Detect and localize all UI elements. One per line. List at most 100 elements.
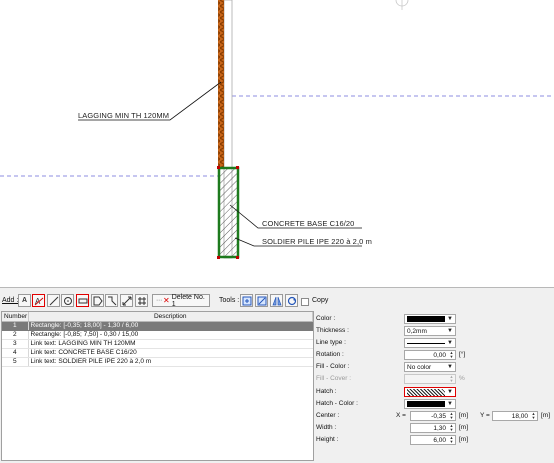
transform-icon: [242, 296, 251, 305]
color-label: Color :: [316, 315, 336, 322]
tool-button-2[interactable]: [255, 294, 268, 307]
table-row[interactable]: 1 Rectangle: [-0,35; 18,00] - 1,30 / 6,00: [2, 321, 313, 331]
chevron-down-icon: ▼: [447, 364, 453, 370]
height-value: 6,00: [433, 436, 446, 444]
rotate-icon: [287, 296, 296, 305]
width-label: Width :: [316, 424, 337, 431]
center-x-input[interactable]: -0,35 ▲ ▼: [410, 411, 456, 421]
height-label: Height :: [316, 436, 339, 443]
drawing-canvas[interactable]: LAGGING MIN TH 120MM CONCRETE BASE C16/2…: [0, 0, 554, 287]
fill-cover-unit: %: [459, 375, 465, 382]
empty-row: [2, 420, 313, 430]
objects-table: Number Description 1 Rectangle: [-0,35; 1…: [1, 311, 314, 461]
empty-row: [2, 384, 313, 394]
chevron-down-icon: ▼: [447, 401, 453, 407]
fill-cover-input: ▲ ▼: [404, 374, 456, 384]
color-swatch: [407, 316, 445, 322]
soldier-pile-label: SOLDIER PILE IPE 220 à 2,0 m: [262, 237, 372, 246]
copy-label: Copy: [312, 297, 329, 304]
table-row[interactable]: 4 Link text: CONCRETE BASE C16/20: [2, 348, 313, 358]
delete-button[interactable]: ⋯ ✕ Delete No. 1: [152, 294, 210, 308]
concrete-base-shape: [217, 166, 240, 259]
height-input[interactable]: 6,00 ▲ ▼: [410, 435, 456, 445]
chevron-down-icon: ▼: [447, 340, 453, 346]
empty-row: [2, 429, 313, 439]
row-description-cell: Link text: SOLDIER PILE IPE 220 à 2,0 m: [28, 357, 313, 367]
chevron-down-icon: ▼: [447, 389, 453, 395]
table-row[interactable]: 2 Rectangle: [-0,85; 7,50] - 0,30 / 15,00: [2, 330, 313, 340]
copy-checkbox[interactable]: [301, 298, 309, 306]
row-description-cell: Rectangle: [-0,85; 7,50] - 0,30 / 15,00: [28, 330, 313, 340]
fill-color-dropdown[interactable]: No color ▼: [404, 362, 456, 372]
rectangle-tool-button[interactable]: [76, 294, 89, 307]
circle-tool-button[interactable]: [61, 294, 74, 307]
drawing-objects-panel: Add : A A ⋯ ✕ Delete No. 1 Tools: Copy …: [0, 288, 554, 463]
row-number-cell: 1: [2, 321, 29, 331]
table-row[interactable]: 5 Link text: SOLDIER PILE IPE 220 à 2,0 m: [2, 357, 313, 367]
text-tool-button[interactable]: A: [18, 294, 31, 307]
rotation-unit: [°]: [459, 351, 466, 358]
hatch-color-swatch: [407, 401, 445, 407]
concrete-base-label: CONCRETE BASE C16/20: [262, 219, 355, 228]
dimension-icon: [122, 296, 131, 305]
tool-button-3[interactable]: [270, 294, 283, 307]
polygon-tool-button[interactable]: [91, 294, 104, 307]
tool-button-4[interactable]: [285, 294, 298, 307]
line-type-preview: [407, 342, 445, 344]
rotation-input[interactable]: 0,00 ▲ ▼: [404, 350, 456, 360]
rectangle-icon: [78, 298, 87, 303]
chevron-down-icon: ▼: [447, 316, 453, 322]
height-unit: [m]: [459, 436, 469, 443]
center-y-input[interactable]: 18,00 ▲ ▼: [492, 411, 538, 421]
line-type-dropdown[interactable]: ▼: [404, 338, 456, 348]
table-body: 1 Rectangle: [-0,35; 18,00] - 1,30 / 6,00…: [2, 321, 313, 457]
line-type-label: Line type :: [316, 339, 346, 346]
rotation-label: Rotation :: [316, 351, 344, 358]
delete-icon: ⋯: [156, 298, 162, 304]
hatch-dropdown[interactable]: ▼: [404, 387, 456, 397]
line-tool-button[interactable]: [47, 294, 60, 307]
link-text-tool-button[interactable]: A: [32, 294, 45, 307]
polyline-tool-button[interactable]: [105, 294, 118, 307]
color-dropdown[interactable]: ▼: [404, 314, 456, 324]
spinner-icon: ▲ ▼: [449, 374, 454, 383]
spinner-icon[interactable]: ▲ ▼: [449, 424, 454, 432]
center-y-unit: [m]: [541, 412, 551, 419]
thickness-dropdown[interactable]: 0,2mm ▼: [404, 326, 456, 336]
link-text-icon: A: [34, 297, 43, 306]
hatch-label: Hatch :: [316, 388, 337, 395]
add-label: Add :: [2, 297, 19, 304]
spinner-icon[interactable]: ▲ ▼: [449, 351, 454, 359]
spinner-icon[interactable]: ▲ ▼: [449, 412, 454, 420]
dimension-tool-button[interactable]: [120, 294, 133, 307]
width-value: 1,30: [433, 424, 446, 432]
column-header-number[interactable]: Number: [2, 312, 29, 322]
row-description-cell: Link text: LAGGING MIN TH 120MM: [28, 339, 313, 349]
empty-row: [2, 375, 313, 385]
empty-row: [2, 366, 313, 376]
grid-icon: [137, 296, 146, 305]
toolbar: Add : A A ⋯ ✕ Delete No. 1 Tools: Copy: [0, 292, 554, 310]
table-row[interactable]: 3 Link text: LAGGING MIN TH 120MM: [2, 339, 313, 349]
thickness-value: 0,2mm: [407, 327, 427, 335]
empty-row: [2, 393, 313, 403]
hatch-preview: [407, 388, 445, 396]
empty-row: [2, 402, 313, 412]
row-description-cell: Rectangle: [-0,35; 18,00] - 1,30 / 6,00: [28, 321, 313, 331]
rotation-value: 0,00: [433, 351, 446, 359]
hatch-color-dropdown[interactable]: ▼: [404, 399, 456, 409]
column-header-description[interactable]: Description: [28, 312, 313, 322]
spinner-icon[interactable]: ▲ ▼: [531, 412, 536, 420]
spinner-icon[interactable]: ▲ ▼: [449, 436, 454, 444]
row-number-cell: 4: [2, 348, 29, 358]
polygon-icon: [93, 296, 103, 305]
width-unit: [m]: [459, 424, 469, 431]
width-input[interactable]: 1,30 ▲ ▼: [410, 423, 456, 433]
center-label: Center :: [316, 412, 340, 419]
scale-icon: [257, 296, 266, 305]
empty-row: [2, 447, 313, 457]
center-y-value: 18,00: [511, 412, 528, 420]
grid-tool-button[interactable]: [135, 294, 148, 307]
center-y-label: Y =: [480, 412, 490, 419]
tool-button-1[interactable]: [240, 294, 253, 307]
